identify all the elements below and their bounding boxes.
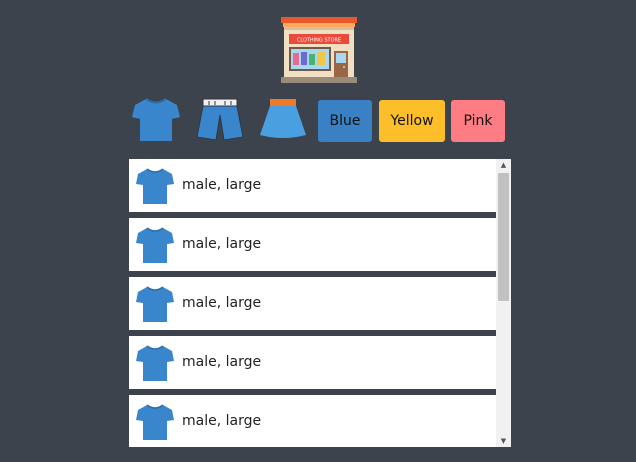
list-item-label: male, large xyxy=(182,413,262,429)
color-blue-button[interactable]: Blue xyxy=(318,100,372,142)
scroll-thumb[interactable] xyxy=(498,173,509,301)
list-item-label: male, large xyxy=(182,236,262,252)
shirt-icon xyxy=(136,168,174,204)
app-root: CLOTHING STORE Blue Yellow Pink male, la… xyxy=(0,0,636,462)
clothing-store-logo: CLOTHING STORE xyxy=(281,17,357,83)
list-item-label: male, large xyxy=(182,177,262,193)
product-list-items: male, large male, large male, large male, l… xyxy=(129,159,496,447)
list-item[interactable]: male, large xyxy=(129,277,496,330)
filter-shirt-icon[interactable] xyxy=(131,97,181,143)
product-list[interactable]: male, large male, large male, large male, l… xyxy=(129,159,511,447)
scroll-up-arrow-icon[interactable]: ▲ xyxy=(496,159,511,171)
shirt-icon xyxy=(136,345,174,381)
color-pink-button[interactable]: Pink xyxy=(451,100,505,142)
scroll-down-arrow-icon[interactable]: ▼ xyxy=(496,435,511,447)
list-item[interactable]: male, large xyxy=(129,159,496,212)
list-scrollbar[interactable]: ▲ ▼ xyxy=(496,159,511,447)
color-yellow-button[interactable]: Yellow xyxy=(379,100,445,142)
list-item-label: male, large xyxy=(182,295,262,311)
shirt-icon xyxy=(136,227,174,263)
list-item-label: male, large xyxy=(182,354,262,370)
store-sign-text: CLOTHING STORE xyxy=(297,38,341,44)
filter-shorts-icon[interactable] xyxy=(195,97,245,143)
list-item[interactable]: male, large xyxy=(129,218,496,271)
shirt-icon xyxy=(136,404,174,440)
filter-skirt-icon[interactable] xyxy=(258,97,308,143)
shirt-icon xyxy=(136,286,174,322)
list-item[interactable]: male, large xyxy=(129,395,496,447)
list-item[interactable]: male, large xyxy=(129,336,496,389)
